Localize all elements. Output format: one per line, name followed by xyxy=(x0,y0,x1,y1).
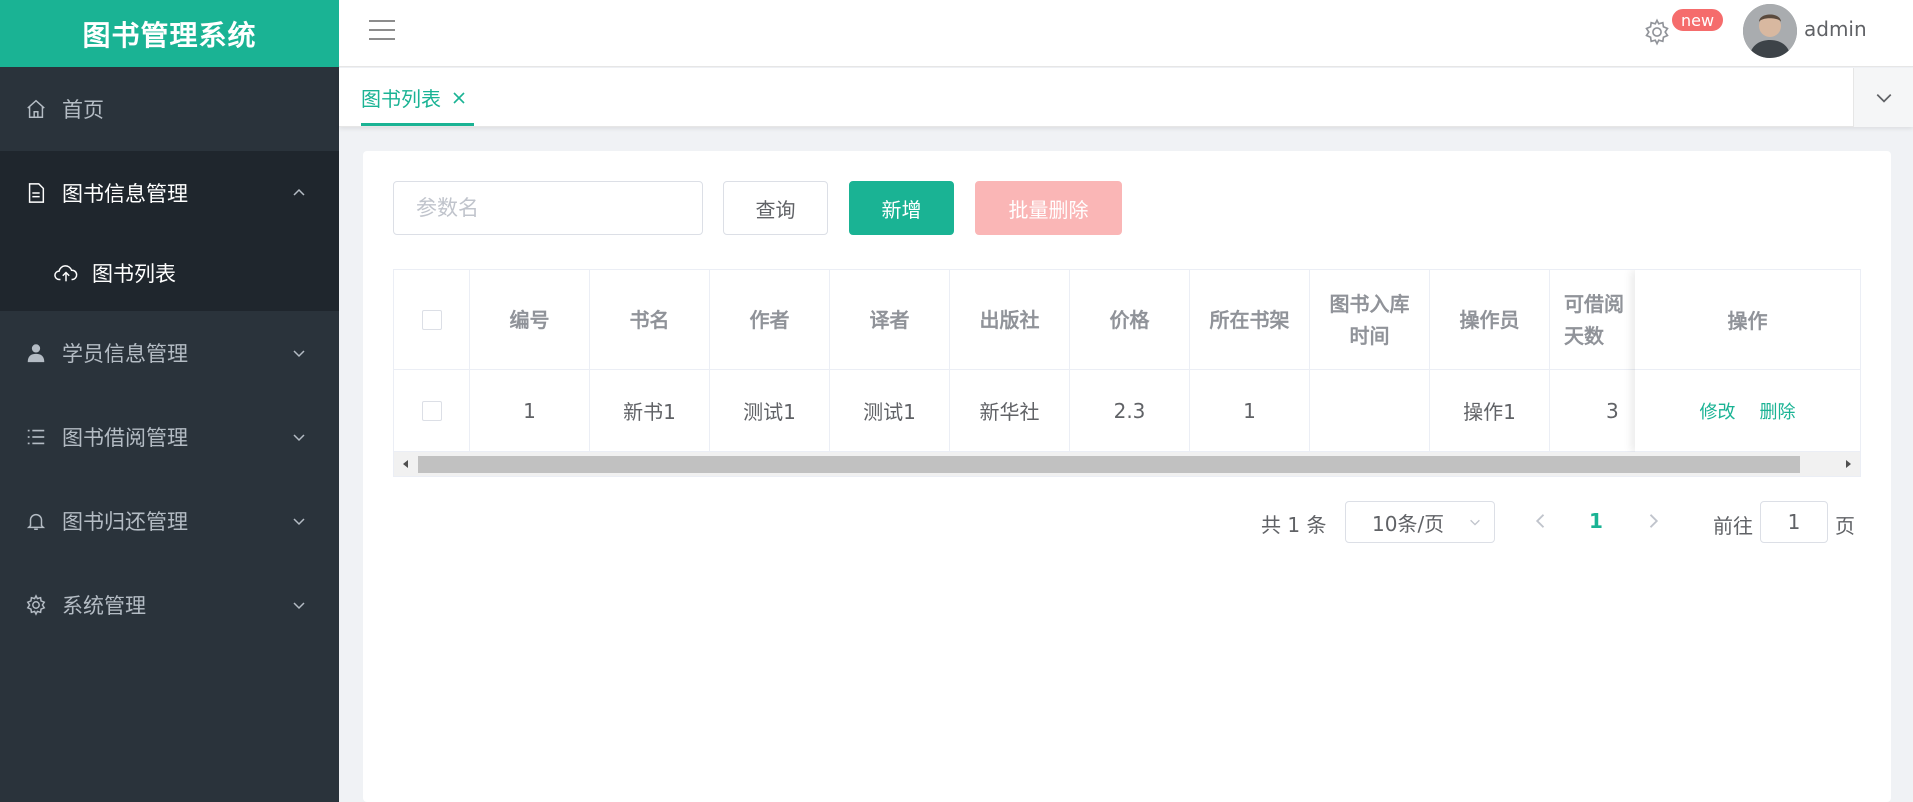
tab-active-indicator xyxy=(361,123,474,126)
sidebar-item-label: 图书信息管理 xyxy=(62,182,188,206)
column-header[interactable]: 图书入库时间 xyxy=(1310,270,1430,369)
chevron-down-icon xyxy=(293,518,305,526)
sidebar-item-system[interactable]: 系统管理 xyxy=(0,563,339,647)
page-suffix-label: 页 xyxy=(1835,514,1855,538)
sidebar-item-label: 图书借阅管理 xyxy=(62,426,188,450)
upload-cloud-icon xyxy=(54,261,78,285)
row-checkbox[interactable] xyxy=(421,400,442,421)
prev-page-icon[interactable] xyxy=(1531,511,1551,531)
page-size-value: 10条/页 xyxy=(1372,511,1445,536)
column-header[interactable]: 操作员 xyxy=(1430,270,1550,369)
pagination-total: 共 1 条 xyxy=(1261,513,1327,537)
sidebar-item-return[interactable]: 图书归还管理 xyxy=(0,479,339,563)
new-badge: new xyxy=(1671,8,1725,32)
goto-label: 前往 xyxy=(1713,514,1753,538)
document-icon xyxy=(24,181,48,205)
tab-book-list[interactable]: 图书列表 xyxy=(361,68,467,127)
chevron-up-icon xyxy=(293,188,305,196)
goto-page-input[interactable] xyxy=(1760,501,1828,543)
column-header[interactable]: 作者 xyxy=(710,270,830,369)
sidebar-item-book-list[interactable]: 图书列表 xyxy=(0,235,339,311)
sidebar-item-students[interactable]: 学员信息管理 xyxy=(0,311,339,395)
settings-gear-icon[interactable] xyxy=(1643,18,1675,50)
table-cell: 2.3 xyxy=(1070,370,1190,451)
column-header[interactable]: 出版社 xyxy=(950,270,1070,369)
search-input[interactable] xyxy=(393,181,703,235)
username[interactable]: admin xyxy=(1804,17,1867,41)
scroll-left-arrow-icon[interactable] xyxy=(398,456,414,472)
header-checkbox-cell xyxy=(394,270,470,369)
batch-delete-button[interactable]: 批量删除 xyxy=(975,181,1122,235)
sidebar-item-home[interactable]: 首页 xyxy=(0,67,339,151)
horizontal-scrollbar[interactable] xyxy=(394,452,1860,476)
column-header[interactable]: 价格 xyxy=(1070,270,1190,369)
table-cell: 操作1 xyxy=(1430,370,1550,451)
next-page-icon[interactable] xyxy=(1643,511,1663,531)
row-checkbox-cell xyxy=(394,370,470,451)
chevron-down-icon xyxy=(1470,519,1480,526)
book-table: 编号 书名 作者 译者 出版社 价格 所在书架 图书入库时间 操作员 可借阅天数… xyxy=(393,269,1861,477)
top-header: new admin xyxy=(339,0,1913,67)
home-icon xyxy=(24,97,48,121)
chevron-down-icon xyxy=(293,434,305,442)
table-cell: 新华社 xyxy=(950,370,1070,451)
gear-icon xyxy=(24,593,48,617)
select-all-checkbox[interactable] xyxy=(421,309,442,330)
bell-icon xyxy=(24,509,48,533)
column-header[interactable]: 编号 xyxy=(470,270,590,369)
sidebar-item-label: 首页 xyxy=(62,98,104,122)
add-button[interactable]: 新增 xyxy=(849,181,954,235)
sidebar-item-borrow[interactable]: 图书借阅管理 xyxy=(0,395,339,479)
pagination: 共 1 条 10条/页 1 前往 页 xyxy=(363,501,1891,545)
table-cell: 测试1 xyxy=(710,370,830,451)
query-button[interactable]: 查询 xyxy=(723,181,828,235)
tabs-menu-button[interactable] xyxy=(1853,68,1913,127)
sidebar: 图书管理系统 首页 图书信息管理 图书列表 学员信息管理 图书借阅管理 图书归还… xyxy=(0,0,339,802)
column-header[interactable]: 所在书架 xyxy=(1190,270,1310,369)
chevron-down-icon xyxy=(293,350,305,358)
app-title: 图书管理系统 xyxy=(82,18,257,52)
table-cell: 3 xyxy=(1550,370,1642,451)
table-cell: 1 xyxy=(470,370,590,451)
page-size-select[interactable]: 10条/页 xyxy=(1345,501,1495,543)
chevron-down-icon xyxy=(293,602,305,610)
app-logo: 图书管理系统 xyxy=(0,0,339,67)
chevron-down-icon xyxy=(1876,93,1891,103)
page-number-current[interactable]: 1 xyxy=(1589,509,1603,533)
table-cell xyxy=(1310,370,1430,451)
table-cell: 测试1 xyxy=(830,370,950,451)
menu-toggle-icon[interactable] xyxy=(369,20,395,44)
close-icon[interactable] xyxy=(451,90,467,106)
scroll-right-arrow-icon[interactable] xyxy=(1840,456,1856,472)
sidebar-item-label: 图书列表 xyxy=(92,262,176,286)
row-actions: 修改 删除 xyxy=(1635,370,1860,452)
column-header[interactable]: 译者 xyxy=(830,270,950,369)
fixed-action-column: 操作 修改 删除 xyxy=(1635,270,1860,452)
tabs-bar: 图书列表 xyxy=(339,68,1913,127)
column-header[interactable]: 可借阅天数 xyxy=(1550,270,1642,369)
table-cell: 新书1 xyxy=(590,370,710,451)
tab-label: 图书列表 xyxy=(361,87,441,111)
submenu-book-info: 图书列表 xyxy=(0,235,339,311)
sidebar-item-label: 学员信息管理 xyxy=(62,342,188,366)
column-header[interactable]: 书名 xyxy=(590,270,710,369)
column-header-actions: 操作 xyxy=(1635,270,1860,370)
scrollbar-thumb[interactable] xyxy=(418,456,1800,473)
avatar[interactable] xyxy=(1743,4,1797,58)
edit-link[interactable]: 修改 xyxy=(1700,398,1736,424)
sidebar-item-label: 图书归还管理 xyxy=(62,510,188,534)
sidebar-item-book-info[interactable]: 图书信息管理 xyxy=(0,151,339,235)
user-icon xyxy=(24,341,48,365)
content-card: 查询 新增 批量删除 编号 书名 作者 译者 出版社 价格 所在书架 图书入库时… xyxy=(363,151,1891,802)
table-cell: 1 xyxy=(1190,370,1310,451)
sidebar-item-label: 系统管理 xyxy=(62,594,146,618)
list-icon xyxy=(24,425,48,449)
delete-link[interactable]: 删除 xyxy=(1760,398,1796,424)
